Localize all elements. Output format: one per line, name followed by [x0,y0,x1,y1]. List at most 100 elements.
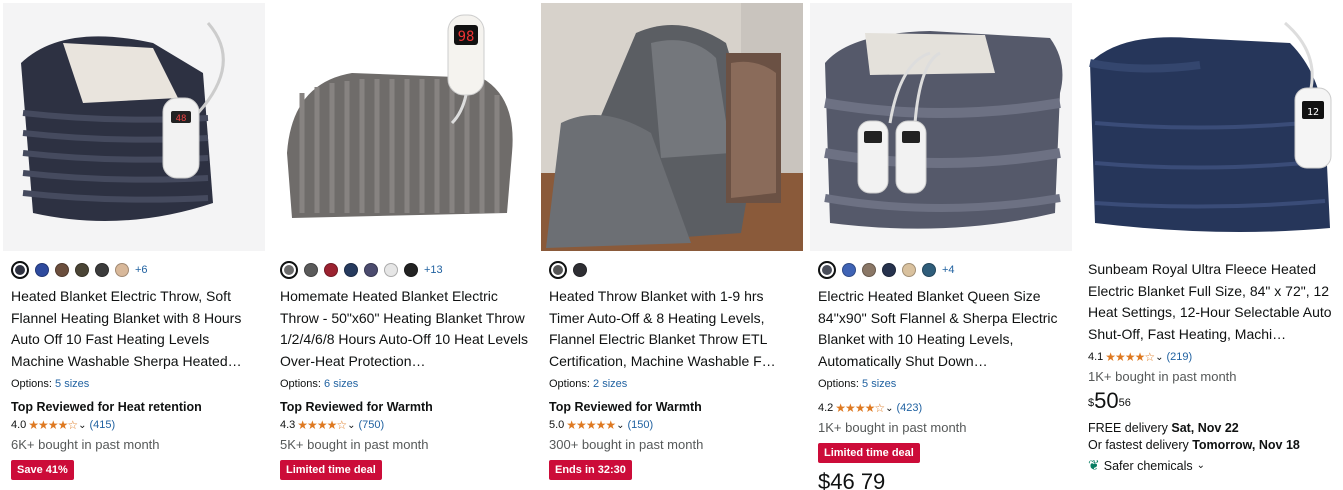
product-title[interactable]: Heated Throw Blanket with 1-9 hrs Timer … [549,286,797,372]
color-swatch[interactable] [55,263,69,277]
more-colors-link[interactable]: +6 [135,264,148,276]
product-card[interactable]: +4 Electric Heated Blanket Queen Size 84… [810,3,1072,490]
svg-text:48: 48 [176,114,187,124]
delivery-info: FREE delivery Sat, Nov 22 Or fastest del… [1088,420,1335,454]
rating-row[interactable]: 4.2 ★★★★☆ ⌄ (423) [818,400,1066,416]
deal-badge: Limited time deal [818,443,920,463]
options-label: Options: [280,378,321,390]
product-title[interactable]: Sunbeam Royal Ultra Fleece Heated Electr… [1088,259,1335,345]
review-count-link[interactable]: (150) [627,419,653,431]
price-whole: 50 [1094,388,1119,413]
deal-badge: Limited time deal [280,460,382,480]
leaf-icon: ❦ [1088,457,1100,473]
chevron-down-icon[interactable]: ⌄ [78,420,86,431]
options-row: Options: 2 sizes [549,378,797,390]
color-swatch[interactable] [75,263,89,277]
options-row: Options: 6 sizes [280,378,528,390]
color-swatches [549,261,797,279]
options-label: Options: [818,378,859,390]
options-link[interactable]: 5 sizes [862,378,896,390]
options-link[interactable]: 5 sizes [55,378,89,390]
price-fraction: 56 [1118,397,1131,409]
color-swatch[interactable] [35,263,49,277]
bought-count: 300+ bought in past month [549,437,704,452]
delivery-free-label: FREE delivery [1088,421,1172,435]
chevron-down-icon[interactable]: ⌄ [1197,460,1205,471]
review-count-link[interactable]: (219) [1166,351,1192,363]
rating-row[interactable]: 5.0 ★★★★★ ⌄ (150) [549,417,797,433]
price[interactable]: $5056 [1088,390,1335,412]
color-swatch[interactable] [404,263,418,277]
rating-value: 5.0 [549,419,565,431]
chevron-down-icon[interactable]: ⌄ [616,420,624,431]
color-swatch[interactable] [573,263,587,277]
color-swatch[interactable] [344,263,358,277]
safer-chemicals-label: Safer chemicals [1103,458,1193,473]
color-swatch[interactable] [11,261,29,279]
color-swatch[interactable] [549,261,567,279]
rating-value: 4.3 [280,419,296,431]
stars-icon[interactable]: ★★★★☆ [28,418,78,432]
chevron-down-icon[interactable]: ⌄ [1155,352,1163,363]
top-reviewed-badge: Top Reviewed for Heat retention [11,400,202,414]
more-colors-link[interactable]: +13 [424,264,443,276]
options-row: Options: 5 sizes [818,378,1066,390]
delivery-fast-label: Or fastest delivery [1088,438,1193,452]
color-swatch[interactable] [842,263,856,277]
color-swatch[interactable] [95,263,109,277]
safer-chemicals-row[interactable]: ❦ Safer chemicals ⌄ [1088,457,1335,474]
svg-text:98: 98 [458,29,475,45]
color-swatch[interactable] [922,263,936,277]
chevron-down-icon[interactable]: ⌄ [347,420,355,431]
stars-icon[interactable]: ★★★★☆ [835,401,885,415]
color-swatch[interactable] [384,263,398,277]
bought-count: 6K+ bought in past month [11,437,160,452]
product-card[interactable]: 98 +13 Homemate Heated Blanket Electric … [272,3,534,490]
color-swatch[interactable] [280,261,298,279]
product-card[interactable]: 12 Sunbeam Royal Ultra Fleece Heated Ele… [1080,3,1341,490]
rating-value: 4.1 [1088,351,1104,363]
stars-icon[interactable]: ★★★★☆ [1105,350,1155,364]
rating-value: 4.2 [818,402,834,414]
price-partial: $46 79 [818,469,886,490]
color-swatch[interactable] [882,263,896,277]
rating-row[interactable]: 4.3 ★★★★☆ ⌄ (750) [280,417,528,433]
chevron-down-icon[interactable]: ⌄ [885,403,893,414]
price-symbol: $ [1088,397,1095,409]
rating-row[interactable]: 4.0 ★★★★☆ ⌄ (415) [11,417,259,433]
options-link[interactable]: 6 sizes [324,378,358,390]
product-title[interactable]: Electric Heated Blanket Queen Size 84''x… [818,286,1066,372]
review-count-link[interactable]: (423) [896,402,922,414]
product-image[interactable] [810,3,1072,251]
product-image[interactable]: 98 [272,3,534,251]
review-count-link[interactable]: (415) [89,419,115,431]
bought-count: 5K+ bought in past month [280,437,429,452]
product-image[interactable]: 48 [3,3,265,251]
svg-text:12: 12 [1307,107,1319,118]
deal-badge: Save 41% [11,460,74,480]
color-swatch[interactable] [364,263,378,277]
product-image[interactable]: 12 [1080,3,1341,251]
rating-value: 4.0 [11,419,27,431]
stars-icon[interactable]: ★★★★★ [566,418,616,432]
product-card[interactable]: 48 +6 Heated Blanket Electric Throw, Sof… [3,3,265,490]
options-link[interactable]: 2 sizes [593,378,627,390]
color-swatch[interactable] [818,261,836,279]
product-grid: 48 +6 Heated Blanket Electric Throw, Sof… [0,0,1343,490]
product-image[interactable] [541,3,803,251]
color-swatch[interactable] [304,263,318,277]
color-swatch[interactable] [324,263,338,277]
product-card[interactable]: Heated Throw Blanket with 1-9 hrs Timer … [541,3,803,490]
color-swatch[interactable] [115,263,129,277]
options-row: Options: 5 sizes [11,378,259,390]
options-label: Options: [11,378,52,390]
review-count-link[interactable]: (750) [358,419,384,431]
color-swatch[interactable] [902,263,916,277]
rating-row[interactable]: 4.1 ★★★★☆ ⌄ (219) [1088,349,1335,365]
color-swatch[interactable] [862,263,876,277]
product-title[interactable]: Heated Blanket Electric Throw, Soft Flan… [11,286,259,372]
delivery-fast-date: Tomorrow, Nov 18 [1192,438,1300,452]
stars-icon[interactable]: ★★★★☆ [297,418,347,432]
product-title[interactable]: Homemate Heated Blanket Electric Throw -… [280,286,528,372]
more-colors-link[interactable]: +4 [942,264,955,276]
